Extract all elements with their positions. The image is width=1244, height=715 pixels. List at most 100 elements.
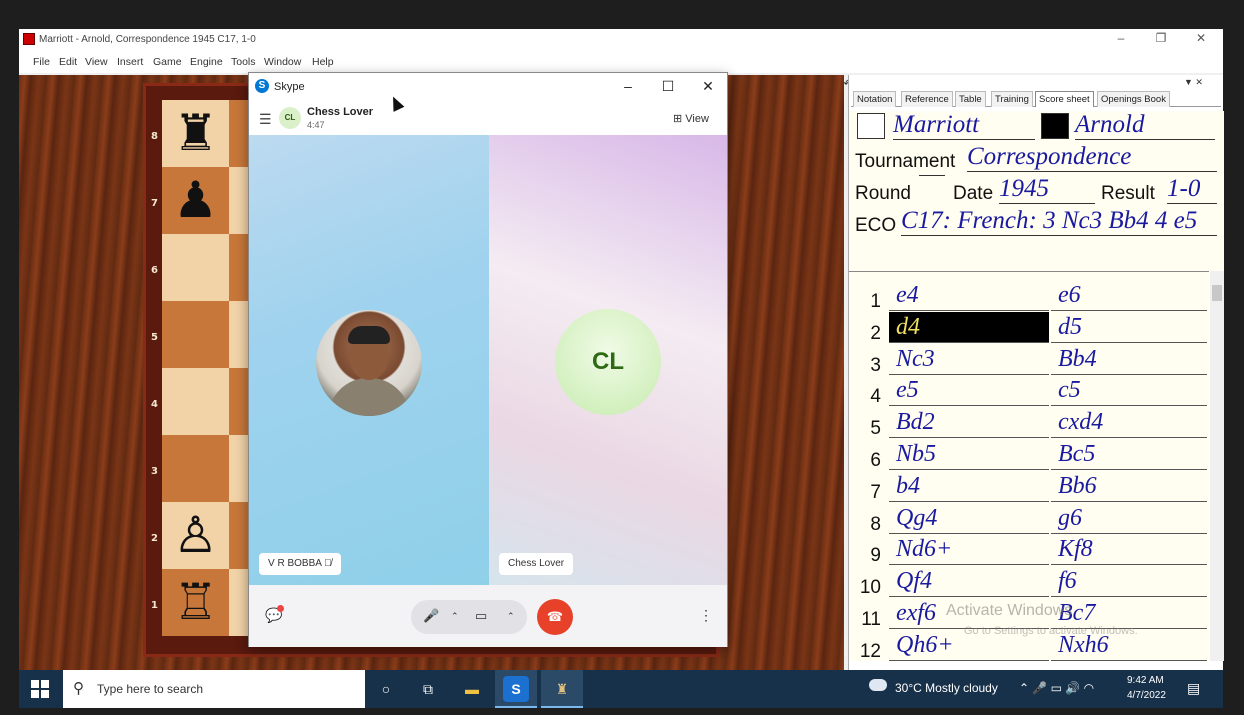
video-tile-callee: CL Chess Lover [489, 135, 727, 585]
move-number: 3 [870, 354, 881, 376]
windows-start-icon[interactable] [31, 680, 49, 698]
video-tile-caller: V R BOBBA 🎙̸ [249, 135, 489, 585]
black-rook-a8[interactable]: ♜ [162, 100, 229, 167]
white-move[interactable]: Nc3 [889, 344, 1049, 375]
black-move[interactable]: Bb4 [1051, 344, 1207, 375]
black-move[interactable]: c5 [1051, 375, 1207, 407]
menu-game[interactable]: Game [153, 56, 182, 68]
square-a3[interactable] [162, 435, 229, 502]
menu-help[interactable]: Help [312, 56, 334, 68]
skype-titlebar: S Skype – ☐ ✕ [249, 73, 727, 101]
taskbar: ⚲ Type here to search ○ ⧉ ▬ S ♜ 30°C Mos… [19, 670, 1223, 708]
black-player: Arnold [1075, 111, 1215, 140]
round-value [919, 175, 945, 176]
notification-icon[interactable]: ▤ [1187, 680, 1200, 697]
mic-options-chevron-icon[interactable]: ⌃ [451, 611, 459, 622]
menu-engine[interactable]: Engine [190, 56, 223, 68]
file-explorer-icon[interactable]: ▬ [459, 676, 485, 702]
taskbar-chessbase[interactable]: ♜ [541, 670, 583, 708]
white-pawn-a2[interactable]: ♙ [162, 502, 229, 569]
square-a4[interactable] [162, 368, 229, 435]
menu-tools[interactable]: Tools [231, 56, 256, 68]
tab-openings-book[interactable]: Openings Book [1097, 91, 1170, 107]
menu-view[interactable]: View [85, 56, 108, 68]
task-view-icon[interactable]: ⧉ [415, 676, 441, 702]
call-controls: 💬 🎤 ⌃ ▭ ⌃ ☎ ⋮ [249, 585, 727, 647]
black-move[interactable]: Bb6 [1051, 471, 1207, 502]
taskbar-search[interactable]: ⚲ Type here to search [63, 670, 365, 708]
weather-text[interactable]: 30°C Mostly cloudy [895, 681, 998, 695]
scrollbar-thumb[interactable] [1212, 285, 1222, 301]
black-move[interactable]: e6 [1051, 280, 1207, 311]
square-a6[interactable] [162, 234, 229, 301]
skype-title: Skype [274, 81, 305, 93]
chat-notification-dot [277, 605, 284, 612]
skype-close-icon[interactable]: ✕ [693, 78, 723, 95]
menu-edit[interactable]: Edit [59, 56, 77, 68]
menu-insert[interactable]: Insert [117, 56, 143, 68]
cortana-icon[interactable]: ○ [373, 676, 399, 702]
black-move[interactable]: Kf8 [1051, 534, 1207, 566]
mic-off-icon[interactable]: 🎤 [423, 608, 439, 624]
phone-hangup-icon: ☎ [546, 609, 564, 624]
skype-maximize-icon[interactable]: ☐ [653, 78, 683, 95]
caller-avatar-photo [316, 310, 422, 416]
view-button[interactable]: ⊞ View [673, 112, 709, 125]
white-move[interactable]: Nd6+ [889, 534, 1049, 566]
photo-hair [348, 326, 390, 344]
camera-off-icon[interactable]: ▭ [475, 608, 487, 624]
menu-file[interactable]: File [33, 56, 50, 68]
skype-window: S Skype – ☐ ✕ ☰ CL Chess Lover 4:47 ⊞ Vi… [248, 72, 728, 647]
white-move[interactable]: Qf4 [889, 566, 1049, 598]
result-value: 1-0 [1167, 175, 1217, 204]
black-move[interactable]: g6 [1051, 503, 1207, 534]
move-row: 5 Bd2 cxd4 [849, 407, 1209, 439]
square-a5[interactable] [162, 301, 229, 368]
panel-controls[interactable]: ▼ ✕ [1184, 77, 1203, 88]
photo-body [328, 378, 410, 416]
system-tray-icons[interactable]: ⌃ 🎤 ▭ 🔊 ◠ [1019, 681, 1094, 695]
activate-windows-subtext: Go to Settings to activate Windows. [964, 625, 1138, 637]
white-move[interactable]: Bd2 [889, 407, 1049, 439]
taskbar-skype[interactable]: S [495, 670, 537, 708]
clock-date[interactable]: 4/7/2022 [1127, 690, 1166, 701]
restore-icon[interactable]: ❐ [1141, 31, 1181, 45]
black-move[interactable]: Bc5 [1051, 439, 1207, 470]
tournament-label: Tournament [855, 151, 956, 172]
white-rook-a1[interactable]: ♖ [162, 569, 229, 636]
move-list-scrollbar[interactable] [1210, 271, 1224, 661]
minimize-icon[interactable]: – [1101, 31, 1141, 45]
skype-minimize-icon[interactable]: – [613, 78, 643, 94]
tab-notation[interactable]: Notation [853, 91, 897, 107]
move-row: 8 Qg4 g6 [849, 503, 1209, 535]
call-header: ☰ CL Chess Lover 4:47 ⊞ View [249, 101, 727, 135]
move-row: 1 e4 e6 [849, 280, 1209, 312]
tab-score-sheet[interactable]: Score sheet [1035, 91, 1094, 107]
black-move[interactable]: f6 [1051, 566, 1207, 598]
more-options-icon[interactable]: ⋮ [699, 607, 713, 624]
menu-window[interactable]: Window [264, 56, 301, 68]
close-icon[interactable]: ✕ [1181, 31, 1221, 45]
clock-time[interactable]: 9:42 AM [1127, 675, 1164, 686]
white-move[interactable]: d4 [889, 311, 1049, 343]
white-move[interactable]: Qg4 [889, 503, 1049, 534]
contact-avatar[interactable]: CL [279, 107, 301, 129]
callee-name-chip: Chess Lover [499, 553, 574, 575]
white-move[interactable]: Nb5 [889, 439, 1049, 470]
camera-options-chevron-icon[interactable]: ⌃ [507, 611, 515, 622]
hangup-button[interactable]: ☎ [537, 599, 573, 635]
tab-reference[interactable]: Reference [901, 91, 953, 107]
white-move[interactable]: e4 [889, 280, 1049, 311]
black-move[interactable]: d5 [1051, 312, 1207, 343]
eco-value: C17: French: 3 Nc3 Bb4 4 e5 [901, 207, 1217, 236]
move-number: 1 [870, 291, 881, 312]
hamburger-menu-icon[interactable]: ☰ [259, 111, 272, 128]
black-move[interactable]: cxd4 [1051, 407, 1207, 439]
black-pawn-a7[interactable]: ♟ [162, 167, 229, 234]
move-number: 8 [870, 513, 881, 535]
caller-name-chip: V R BOBBA 🎙̸ [259, 553, 341, 575]
tab-training[interactable]: Training [991, 91, 1033, 107]
white-move[interactable]: b4 [889, 471, 1049, 502]
white-move[interactable]: e5 [889, 375, 1049, 407]
tab-table[interactable]: Table [955, 91, 986, 107]
